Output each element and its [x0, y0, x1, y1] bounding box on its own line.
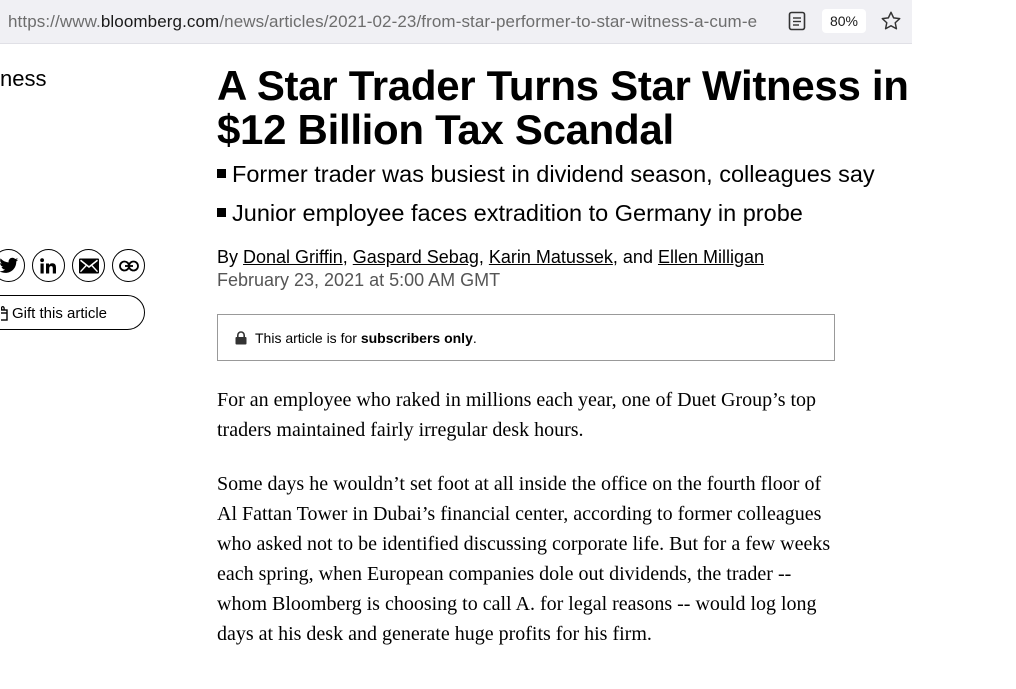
- bookmark-star-icon[interactable]: [880, 10, 902, 32]
- bullet-square-icon: [217, 169, 226, 178]
- section-label[interactable]: ness: [0, 66, 46, 92]
- author-link[interactable]: Gaspard Sebag: [353, 247, 479, 267]
- byline: By Donal Griffin, Gaspard Sebag, Karin M…: [217, 247, 765, 267]
- zoom-level-button[interactable]: 80%: [822, 9, 866, 33]
- address-bar[interactable]: https://www.bloomberg.com/news/articles/…: [0, 0, 912, 44]
- linkedin-icon: [39, 257, 56, 273]
- gift-icon: [1, 305, 8, 321]
- linkedin-share-button[interactable]: [32, 249, 65, 282]
- summary-bullets: Former trader was busiest in dividend se…: [217, 158, 977, 236]
- link-icon: [118, 260, 139, 271]
- article-paragraph: Some days he wouldn’t set foot at all in…: [217, 473, 831, 645]
- envelope-icon: [78, 258, 99, 273]
- gift-article-button[interactable]: Gift this article: [0, 295, 145, 330]
- article-headline: A Star Trader Turns Star Witness in $12 …: [217, 62, 909, 153]
- summary-bullet: Former trader was busiest in dividend se…: [217, 158, 977, 197]
- reader-view-icon[interactable]: [788, 11, 806, 31]
- article-paragraph: For an employee who raked in millions ea…: [217, 389, 817, 441]
- summary-bullet: Junior employee faces extradition to Ger…: [217, 197, 977, 236]
- twitter-share-button[interactable]: [0, 249, 25, 282]
- lock-icon: [235, 331, 247, 345]
- twitter-icon: [0, 257, 18, 273]
- paywall-notice: This article is for subscribers only.: [217, 314, 835, 361]
- gift-article-label: Gift this article: [12, 305, 108, 322]
- publish-date: February 23, 2021 at 5:00 AM GMT: [217, 270, 501, 290]
- copy-link-button[interactable]: [112, 249, 145, 282]
- bullet-square-icon: [217, 208, 226, 217]
- paywall-text: This article is for subscribers only.: [255, 330, 477, 346]
- author-link[interactable]: Donal Griffin: [243, 247, 343, 267]
- email-share-button[interactable]: [72, 249, 105, 282]
- author-link[interactable]: Ellen Milligan: [658, 247, 764, 267]
- author-link[interactable]: Karin Matussek: [489, 247, 613, 267]
- url-text[interactable]: https://www.bloomberg.com/news/articles/…: [8, 12, 778, 32]
